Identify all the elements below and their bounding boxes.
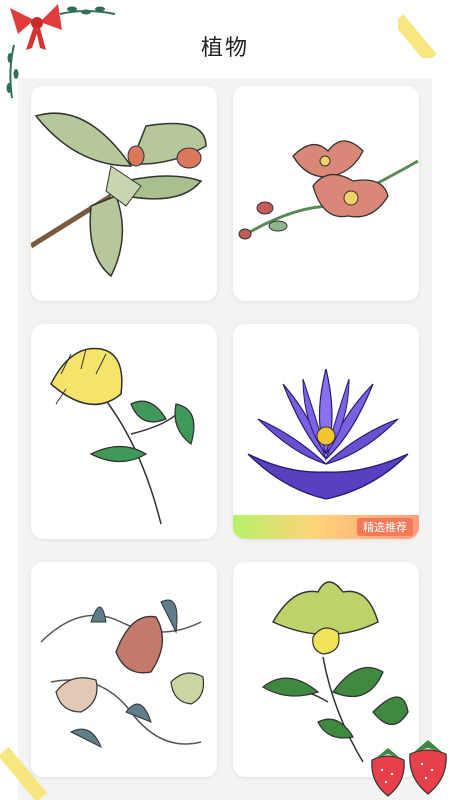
orchid-illustration [238, 140, 419, 240]
featured-banner: 精选推荐 [233, 515, 419, 539]
coloring-card-orchid[interactable] [233, 86, 419, 301]
featured-badge: 精选推荐 [357, 518, 413, 536]
purple-lotus-illustration [247, 368, 409, 500]
tape-decoration-bottom [0, 746, 48, 800]
content-panel: 精选推荐 [18, 78, 432, 800]
coloring-card-protea-sprigs[interactable] [31, 562, 217, 777]
protea-sprigs-illustration [40, 599, 205, 749]
leafy-branch-illustration [31, 112, 207, 278]
strawberry-decoration [371, 740, 447, 797]
coloring-card-purple-lotus[interactable]: 精选推荐 [233, 324, 419, 539]
yellow-flower-illustration [50, 347, 195, 525]
page-title: 植物 [200, 36, 249, 61]
coloring-card-yellow-flower[interactable] [31, 324, 217, 539]
coloring-card-leafy-branch[interactable] [31, 86, 217, 301]
